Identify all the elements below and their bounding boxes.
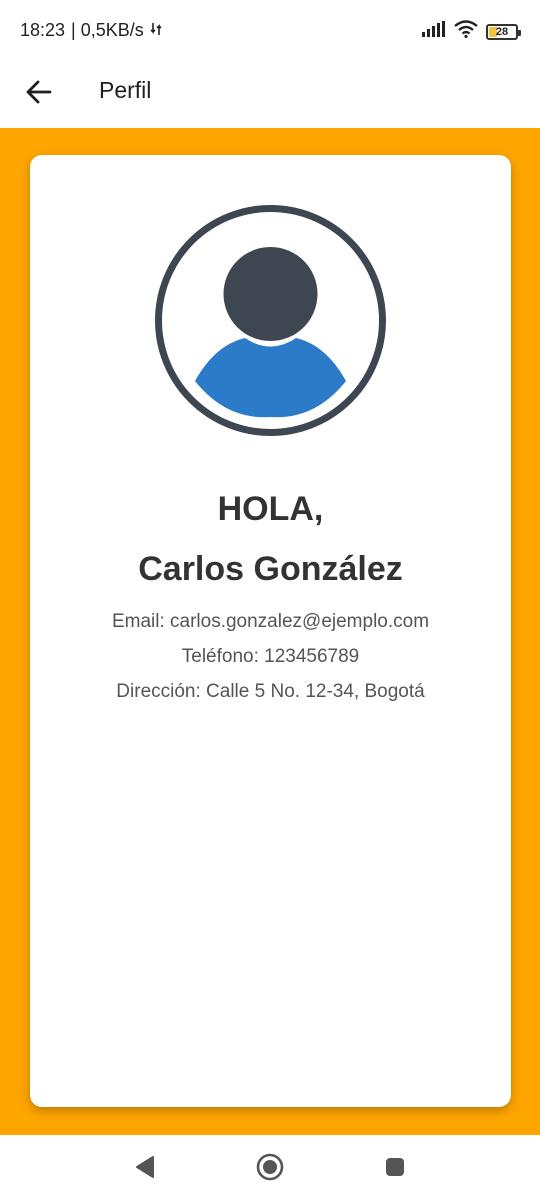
nav-recents-icon (386, 1158, 404, 1176)
data-activity-icon (150, 20, 162, 41)
user-avatar-icon (155, 205, 386, 436)
back-button[interactable] (22, 75, 56, 109)
nav-back-button[interactable] (130, 1152, 160, 1182)
status-left: 18:23 | 0,5KB/s (20, 20, 162, 41)
battery-icon: 28 (486, 23, 521, 40)
nav-home-icon (256, 1153, 284, 1181)
profile-card: HOLA, Carlos González Email: carlos.gonz… (30, 155, 511, 1107)
user-phone: Teléfono: 123456789 (181, 646, 360, 667)
status-time: 18:23 (20, 20, 66, 40)
status-right: 28 (422, 20, 521, 43)
status-network-speed: | 0,5KB/s (71, 20, 144, 40)
battery-level: 28 (495, 25, 509, 38)
arrow-left-icon (26, 80, 52, 104)
user-name: Carlos González (138, 550, 403, 588)
nav-back-icon (136, 1156, 154, 1178)
system-nav-bar (0, 1135, 540, 1200)
nav-recents-button[interactable] (380, 1152, 410, 1182)
page-title: Perfil (99, 77, 152, 103)
user-address: Dirección: Calle 5 No. 12-34, Bogotá (116, 681, 425, 702)
app-bar: Perfil (0, 62, 540, 128)
status-bar: 18:23 | 0,5KB/s 28 (0, 0, 540, 62)
greeting-heading: HOLA, (217, 490, 324, 528)
nav-home-button[interactable] (255, 1152, 285, 1182)
signal-icon (422, 21, 446, 42)
wifi-icon (454, 20, 478, 43)
user-email: Email: carlos.gonzalez@ejemplo.com (111, 611, 430, 632)
